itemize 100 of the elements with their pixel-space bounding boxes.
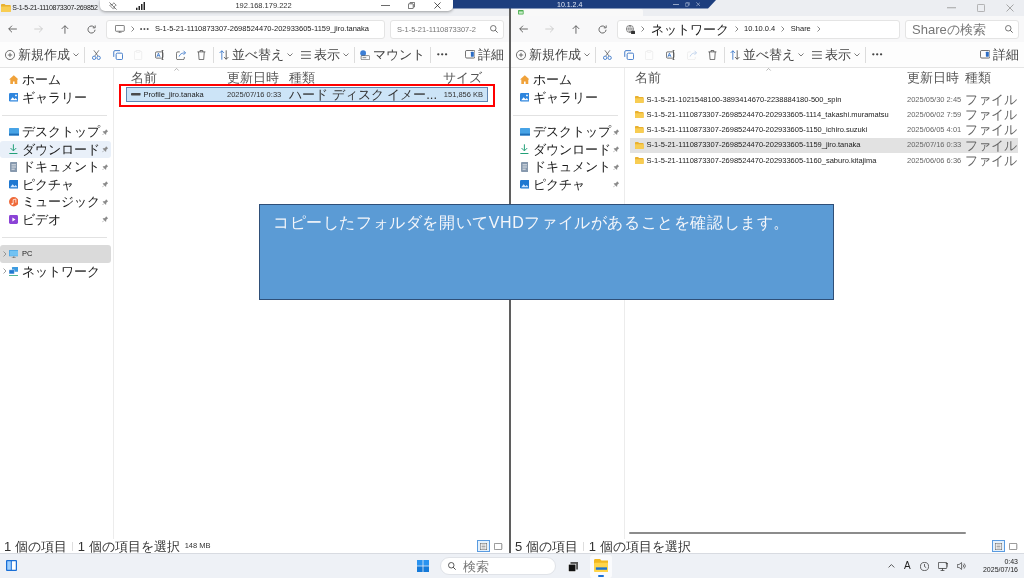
download-icon xyxy=(9,144,18,155)
sidebar-item[interactable]: デスクトップ xyxy=(511,123,622,141)
up-arrow-icon xyxy=(61,24,69,34)
file-type: ファイル xyxy=(964,108,1017,122)
restore-button[interactable] xyxy=(685,2,690,7)
sort-button[interactable]: 並べ替え xyxy=(727,44,807,65)
details-button[interactable]: 詳細 xyxy=(461,44,507,65)
mount-button[interactable]: マウント xyxy=(356,44,428,65)
chevron-icon xyxy=(734,26,738,32)
sidebar-item[interactable]: ネットワーク xyxy=(0,262,111,280)
restore-icon xyxy=(685,2,690,7)
folder-icon xyxy=(635,141,644,149)
details-button[interactable]: 詳細 xyxy=(976,44,1022,65)
plus-circle-icon xyxy=(516,49,526,60)
column-header[interactable]: 種類 xyxy=(285,68,439,84)
chevron-up-icon[interactable] xyxy=(888,564,895,568)
minimize-button[interactable] xyxy=(673,2,679,7)
tile-view-icon xyxy=(1009,542,1018,550)
unpin-icon[interactable] xyxy=(109,1,117,10)
sidebar-item[interactable]: デスクトップ xyxy=(0,123,111,141)
monitor-icon xyxy=(115,24,125,34)
breadcrumb[interactable]: ネットワーク xyxy=(650,22,729,36)
horizontal-scrollbar[interactable] xyxy=(629,532,966,534)
column-header[interactable]: 名前 xyxy=(631,68,903,84)
up-arrow-icon xyxy=(572,24,580,34)
sidebar-item[interactable]: ホーム xyxy=(511,71,622,89)
music-note-icon xyxy=(8,197,19,207)
file-type: ファイル xyxy=(964,123,1017,137)
tile-view-icon xyxy=(494,542,503,550)
column-header[interactable]: 名前 xyxy=(127,68,223,84)
tiles-view-button[interactable] xyxy=(492,540,505,552)
sidebar-item[interactable]: ギャラリー xyxy=(511,88,622,106)
monitor-icon[interactable] xyxy=(937,561,948,571)
selection-count: 1 個の項目を選択 xyxy=(588,539,691,553)
signal-bars-icon xyxy=(136,1,146,10)
sidebar-item[interactable]: ピクチャ xyxy=(0,175,111,193)
column-header[interactable]: 更新日時 xyxy=(223,68,285,84)
column-header[interactable]: サイズ xyxy=(439,68,487,84)
close-button[interactable] xyxy=(695,2,700,7)
input-mode-indicator[interactable]: A xyxy=(903,561,911,571)
item-count: 5 個の項目 xyxy=(515,539,578,553)
four-squares-icon xyxy=(417,560,429,572)
picture-icon xyxy=(8,180,19,189)
sort-button[interactable]: 並べ替え xyxy=(216,44,296,65)
share-icon xyxy=(175,49,186,60)
folder-icon xyxy=(593,558,609,572)
refresh-icon xyxy=(597,24,607,34)
view-button[interactable]: 表示 xyxy=(298,44,352,65)
column-header[interactable]: 種類 xyxy=(961,68,1017,84)
forward-arrow-icon xyxy=(545,25,555,33)
file-type: ファイル xyxy=(964,153,1017,167)
folder-icon xyxy=(635,126,644,134)
new-button[interactable]: 新規作成 xyxy=(513,44,593,65)
sidebar-item[interactable]: ダウンロード xyxy=(511,140,622,158)
details-view-button[interactable] xyxy=(477,540,490,552)
share-icon xyxy=(686,49,697,60)
back-arrow-icon xyxy=(519,25,529,33)
picture-icon xyxy=(8,93,19,102)
more-icon xyxy=(437,53,448,56)
taskbar-search-field[interactable]: 検索 xyxy=(440,557,556,575)
sidebar-item[interactable]: ドキュメント xyxy=(511,158,622,176)
lines-icon xyxy=(812,50,822,59)
sort-arrows-icon xyxy=(730,49,740,60)
search-field[interactable]: Shareの検索 xyxy=(905,19,1019,39)
sidebar-item[interactable]: ダウンロード xyxy=(0,140,111,158)
details-view-button[interactable] xyxy=(992,540,1005,552)
computer-icon xyxy=(8,249,19,258)
rename-icon xyxy=(665,49,676,60)
search-icon xyxy=(448,562,456,570)
drive-icon xyxy=(131,93,141,96)
clock-icon[interactable] xyxy=(919,561,929,571)
file-explorer-button[interactable] xyxy=(590,554,612,578)
lines-icon xyxy=(301,50,311,59)
sidebar-item[interactable]: ピクチャ xyxy=(511,175,622,193)
sidebar-item[interactable]: ホーム xyxy=(0,71,111,89)
document-icon xyxy=(9,161,18,172)
sidebar-item[interactable]: ミュージック xyxy=(0,193,111,211)
desktop-icon xyxy=(519,128,530,136)
refresh-icon xyxy=(86,24,96,34)
sort-arrows-icon xyxy=(219,49,229,60)
sidebar-item[interactable]: ギャラリー xyxy=(0,88,111,106)
folder-icon xyxy=(635,96,644,104)
sidebar-item[interactable]: ドキュメント xyxy=(0,158,111,176)
new-button[interactable]: 新規作成 xyxy=(2,44,82,65)
window-tab[interactable] xyxy=(511,8,643,16)
speaker-icon[interactable] xyxy=(956,562,966,570)
search-icon xyxy=(1005,25,1013,33)
tiles-view-button[interactable] xyxy=(1007,540,1020,552)
column-header[interactable]: 更新日時 xyxy=(903,68,961,84)
sidebar-item[interactable]: ビデオ xyxy=(0,210,111,228)
app-icon xyxy=(518,10,524,15)
trash-icon xyxy=(197,49,206,60)
chevron-icon xyxy=(130,26,135,32)
plus-circle-icon xyxy=(5,49,15,60)
view-button[interactable]: 表示 xyxy=(809,44,863,65)
disc-drive-icon xyxy=(359,49,370,60)
close-icon xyxy=(695,2,700,7)
network-icon xyxy=(8,266,19,276)
picture-icon xyxy=(519,180,530,189)
search-icon xyxy=(490,25,498,33)
